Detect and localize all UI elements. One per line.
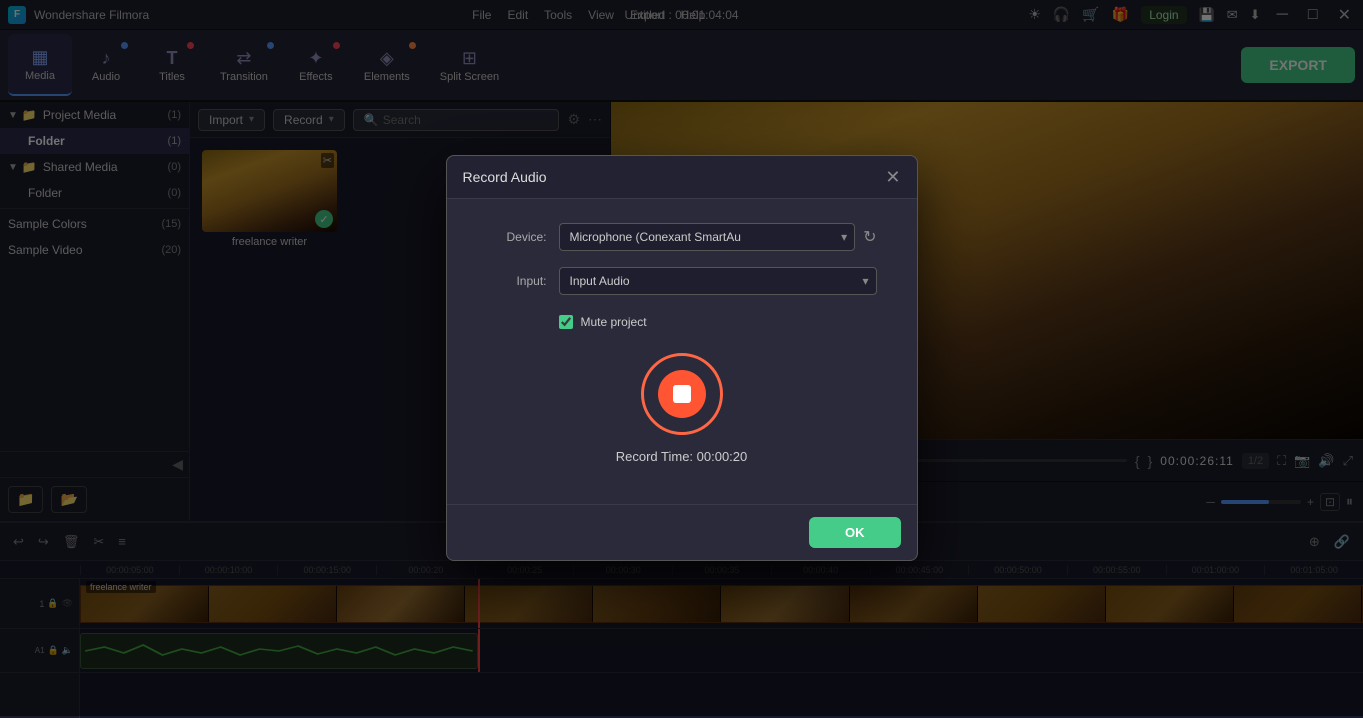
device-select[interactable]: Microphone (Conexant SmartAu [559, 223, 856, 251]
modal-footer: OK [447, 504, 917, 560]
stop-icon [673, 385, 691, 403]
record-inner-btn [658, 370, 706, 418]
refresh-btn[interactable]: ↻ [863, 227, 876, 247]
record-time: Record Time: 00:00:20 [616, 449, 748, 464]
input-field: Input: Input Audio ▾ [487, 267, 877, 295]
device-field: Device: Microphone (Conexant SmartAu ▾ ↻ [487, 223, 877, 251]
mute-checkbox[interactable] [559, 315, 573, 329]
ok-button[interactable]: OK [809, 517, 901, 548]
device-select-wrap: Microphone (Conexant SmartAu ▾ [559, 223, 856, 251]
mute-checkbox-row: Mute project [487, 315, 877, 329]
record-button-area: Record Time: 00:00:20 [487, 353, 877, 464]
modal-close-btn[interactable]: ✕ [885, 168, 900, 186]
record-outer-btn[interactable] [641, 353, 723, 435]
input-select[interactable]: Input Audio [559, 267, 877, 295]
device-label: Device: [487, 230, 547, 244]
modal-header: Record Audio ✕ [447, 156, 917, 199]
modal-overlay: Record Audio ✕ Device: Microphone (Conex… [0, 0, 1363, 716]
record-audio-dialog: Record Audio ✕ Device: Microphone (Conex… [446, 155, 918, 561]
modal-title: Record Audio [463, 169, 547, 185]
modal-body: Device: Microphone (Conexant SmartAu ▾ ↻… [447, 199, 917, 504]
mute-label: Mute project [581, 315, 647, 329]
input-select-wrap: Input Audio ▾ [559, 267, 877, 295]
input-label: Input: [487, 274, 547, 288]
